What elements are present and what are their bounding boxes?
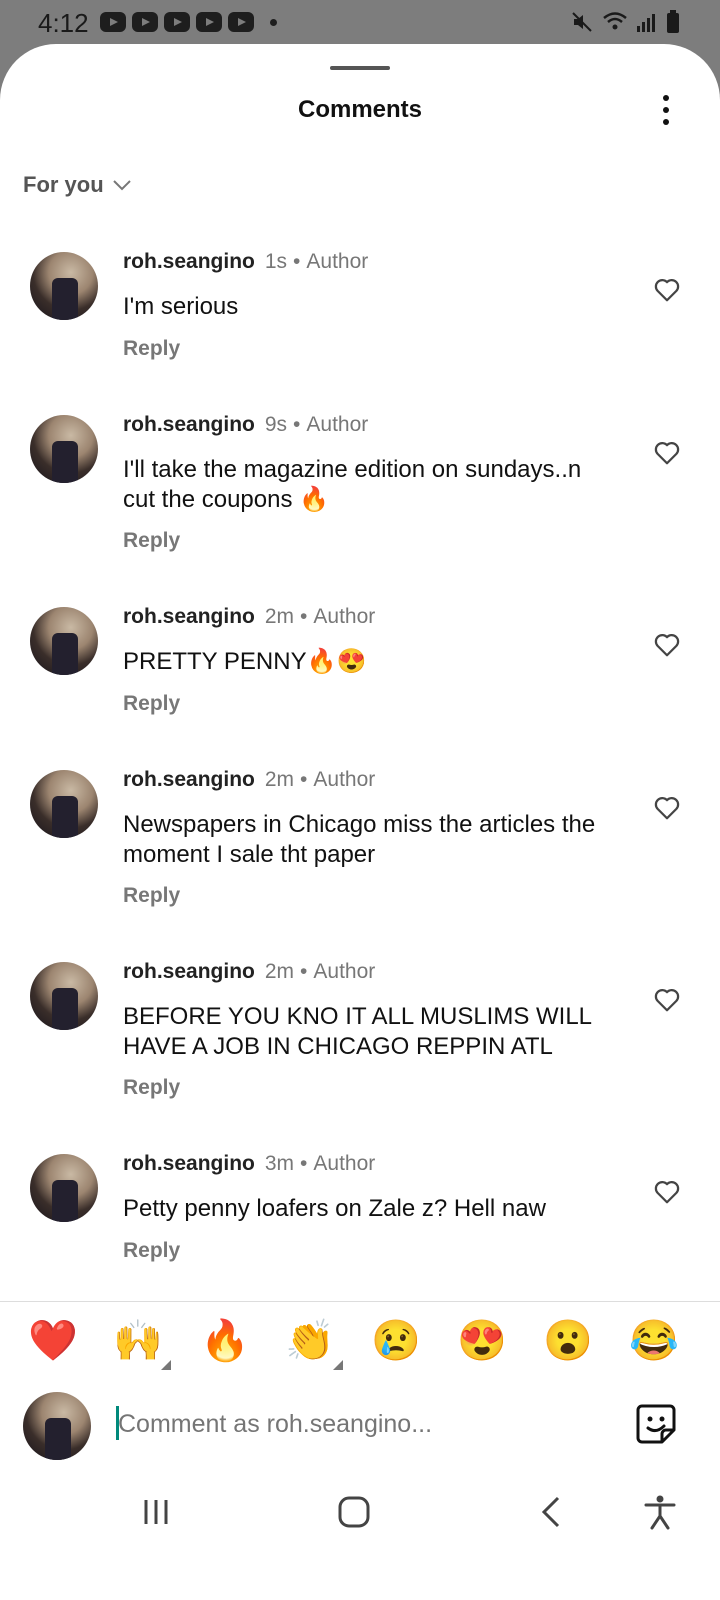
emoji-clapping-button[interactable]: 👏 bbox=[285, 1316, 335, 1366]
comment-time: 2m bbox=[264, 768, 295, 791]
heart-outline-icon[interactable] bbox=[652, 1176, 682, 1206]
sheet-title: Comments bbox=[297, 96, 423, 123]
comment-username[interactable]: roh.seangino bbox=[123, 413, 255, 436]
skin-tone-indicator bbox=[161, 1360, 171, 1370]
composer-divider bbox=[0, 1301, 720, 1302]
sort-filter-dropdown[interactable]: For you bbox=[23, 172, 132, 198]
quick-emoji-bar: ❤️ 🙌 🔥 👏 😢 😍 😮 😂 bbox=[0, 1310, 720, 1380]
battery-icon bbox=[667, 10, 679, 33]
avatar[interactable] bbox=[30, 770, 98, 838]
author-badge: Author bbox=[306, 250, 369, 273]
author-badge: Author bbox=[313, 1152, 376, 1175]
comment-input[interactable] bbox=[116, 1398, 620, 1450]
heart-outline-icon[interactable] bbox=[652, 274, 682, 304]
recent-apps-icon[interactable] bbox=[136, 1492, 176, 1532]
emoji-heart-button[interactable]: ❤️ bbox=[28, 1316, 78, 1366]
comment-time: 3m bbox=[264, 1152, 295, 1175]
youtube-notification-icon bbox=[100, 12, 126, 32]
comment-text: BEFORE YOU KNO IT ALL MUSLIMS WILL HAVE … bbox=[123, 1003, 592, 1060]
avatar[interactable] bbox=[30, 607, 98, 675]
chevron-down-icon bbox=[112, 180, 131, 191]
author-badge: Author bbox=[306, 413, 369, 436]
avatar[interactable] bbox=[30, 252, 98, 320]
comment-username[interactable]: roh.seangino bbox=[123, 768, 255, 791]
comment-text: Petty penny loafers on Zale z? Hell naw bbox=[123, 1195, 546, 1222]
comment-text: I'll take the magazine edition on sunday… bbox=[123, 456, 582, 513]
youtube-notification-icon bbox=[196, 12, 222, 32]
status-time: 4:12 bbox=[38, 8, 89, 38]
more-notifications-dot-icon bbox=[270, 18, 277, 26]
sticker-icon[interactable] bbox=[634, 1402, 678, 1446]
comment-username[interactable]: roh.seangino bbox=[123, 1152, 255, 1175]
home-icon[interactable] bbox=[334, 1492, 374, 1532]
youtube-notification-icon bbox=[228, 12, 254, 32]
comment-time: 9s bbox=[264, 413, 288, 436]
accessibility-icon[interactable] bbox=[640, 1492, 680, 1532]
comment-username[interactable]: roh.seangino bbox=[123, 960, 255, 983]
comment-text: PRETTY PENNY🔥😍 bbox=[123, 648, 367, 675]
comment-meta: roh.seangino 2m • Author bbox=[123, 960, 376, 983]
emoji-heart-eyes-button[interactable]: 😍 bbox=[457, 1316, 507, 1366]
reply-button[interactable]: Reply bbox=[123, 884, 180, 908]
youtube-notification-icon bbox=[132, 12, 158, 32]
comment-time: 2m bbox=[264, 605, 295, 628]
status-bar: 4:12 bbox=[0, 0, 720, 46]
comment-meta: roh.seangino 1s • Author bbox=[123, 250, 369, 273]
heart-outline-icon[interactable] bbox=[652, 437, 682, 467]
composer-avatar bbox=[23, 1392, 91, 1460]
comment-time: 2m bbox=[264, 960, 295, 983]
reply-button[interactable]: Reply bbox=[123, 529, 180, 553]
comment-text: I'm serious bbox=[123, 293, 239, 320]
heart-outline-icon[interactable] bbox=[652, 629, 682, 659]
comment-text: Newspapers in Chicago miss the articles … bbox=[123, 811, 596, 868]
heart-outline-icon[interactable] bbox=[652, 792, 682, 822]
emoji-raised-hands-button[interactable]: 🙌 bbox=[113, 1316, 163, 1366]
comment-meta: roh.seangino 3m • Author bbox=[123, 1152, 376, 1175]
comment-meta: roh.seangino 9s • Author bbox=[123, 413, 369, 436]
emoji-crying-button[interactable]: 😢 bbox=[371, 1316, 421, 1366]
avatar[interactable] bbox=[30, 415, 98, 483]
youtube-notification-icon bbox=[164, 12, 190, 32]
reply-button[interactable]: Reply bbox=[123, 337, 180, 361]
system-nav-bar bbox=[0, 1476, 720, 1556]
reply-button[interactable]: Reply bbox=[123, 1076, 180, 1100]
avatar[interactable] bbox=[30, 1154, 98, 1222]
more-vertical-icon[interactable] bbox=[656, 92, 676, 128]
back-icon[interactable] bbox=[532, 1492, 572, 1532]
heart-outline-icon[interactable] bbox=[652, 984, 682, 1014]
notification-icons bbox=[100, 12, 277, 32]
emoji-laughing-button[interactable]: 😂 bbox=[629, 1316, 679, 1366]
emoji-fire-button[interactable]: 🔥 bbox=[200, 1316, 250, 1366]
author-badge: Author bbox=[313, 768, 376, 791]
comment-meta: roh.seangino 2m • Author bbox=[123, 768, 376, 791]
comment-username[interactable]: roh.seangino bbox=[123, 250, 255, 273]
drag-handle[interactable] bbox=[330, 66, 390, 70]
status-icons bbox=[570, 10, 680, 34]
wifi-icon bbox=[603, 12, 627, 30]
sort-filter-label: For you bbox=[23, 172, 104, 197]
emoji-surprised-button[interactable]: 😮 bbox=[543, 1316, 593, 1366]
comment-time: 1s bbox=[264, 250, 288, 273]
avatar[interactable] bbox=[30, 962, 98, 1030]
author-badge: Author bbox=[313, 960, 376, 983]
mute-icon bbox=[572, 12, 592, 32]
comment-meta: roh.seangino 2m • Author bbox=[123, 605, 376, 628]
skin-tone-indicator bbox=[333, 1360, 343, 1370]
comment-username[interactable]: roh.seangino bbox=[123, 605, 255, 628]
author-badge: Author bbox=[313, 605, 376, 628]
reply-button[interactable]: Reply bbox=[123, 1239, 180, 1263]
reply-button[interactable]: Reply bbox=[123, 692, 180, 716]
signal-icon bbox=[637, 14, 655, 32]
